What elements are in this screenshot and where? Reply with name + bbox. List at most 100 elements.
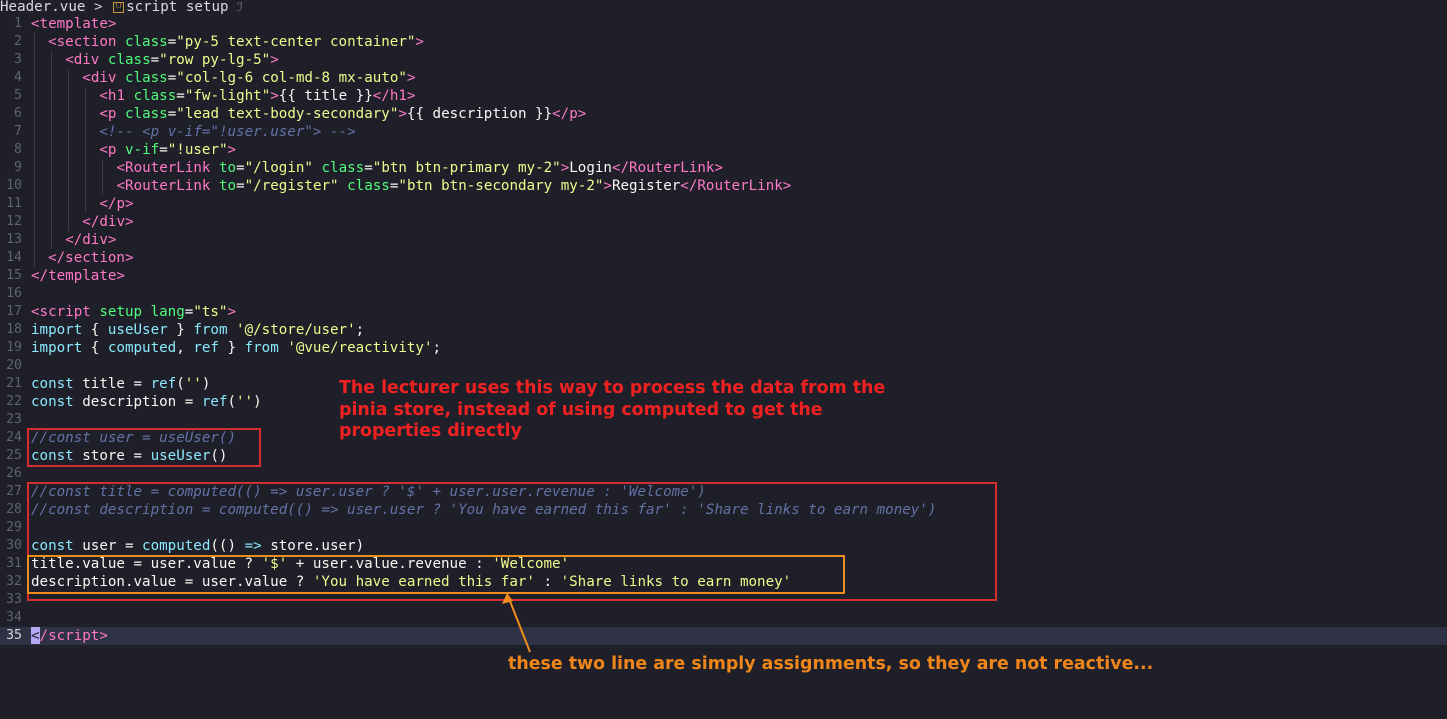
- code-token: >: [603, 178, 612, 194]
- symbol-icon: {}: [113, 1, 125, 13]
- code-token: from: [244, 340, 288, 356]
- code-line[interactable]: 13 </div>: [0, 231, 1447, 249]
- code-line[interactable]: 19 import { computed, ref } from '@vue/re…: [0, 339, 1447, 357]
- code-line[interactable]: 4 <div class="col-lg-6 col-md-8 mx-auto">: [0, 69, 1447, 87]
- indent-guide: [85, 123, 87, 141]
- code-token: "fw-light": [184, 88, 271, 104]
- code-token: >: [270, 52, 279, 68]
- code-line[interactable]: 18 import { useUser } from '@/store/user'…: [0, 321, 1447, 339]
- code-token: class: [125, 70, 168, 86]
- code-token: to: [219, 178, 237, 194]
- line-number: 32: [6, 574, 22, 589]
- line-number: 35: [6, 628, 22, 643]
- line-number: 27: [6, 484, 22, 499]
- code-token: const: [31, 394, 83, 410]
- code-token: "row py-lg-5": [159, 52, 271, 68]
- annotation-note-orange: these two line are simply assignments, s…: [508, 654, 1154, 674]
- code-text: </template>: [31, 267, 125, 285]
- code-text: <!-- <p v-if="!user.user"> -->: [99, 123, 355, 141]
- code-token: Login: [569, 160, 612, 176]
- indent-guide: [51, 87, 53, 105]
- code-token: '': [236, 394, 254, 410]
- line-number: 20: [6, 358, 22, 373]
- code-token: ,: [176, 340, 194, 356]
- code-token: class: [133, 88, 177, 104]
- code-token: <script: [31, 304, 100, 320]
- code-text: import { computed, ref } from '@vue/reac…: [31, 339, 441, 357]
- code-token: }: [176, 322, 194, 338]
- code-line[interactable]: 15 </template>: [0, 267, 1447, 285]
- code-line[interactable]: 34: [0, 609, 1447, 627]
- code-text: <p class="lead text-body-secondary">{{ d…: [99, 105, 586, 123]
- code-text: <RouterLink to="/register" class="btn bt…: [117, 177, 792, 195]
- code-token: </p>: [99, 196, 134, 212]
- code-line[interactable]: 7 <!-- <p v-if="!user.user"> -->: [0, 123, 1447, 141]
- indent-guide: [34, 159, 35, 177]
- code-line[interactable]: 20: [0, 357, 1447, 375]
- code-line[interactable]: 17 <script setup lang="ts">: [0, 303, 1447, 321]
- code-line[interactable]: 35 </script>: [0, 627, 1447, 645]
- line-number: 21: [6, 376, 22, 391]
- indent-guide: [34, 195, 35, 213]
- indent-guide: [51, 69, 53, 87]
- line-number: 31: [6, 556, 22, 571]
- code-line[interactable]: 14 </section>: [0, 249, 1447, 267]
- indent-guide: [34, 87, 35, 105]
- indent-guide: [34, 105, 35, 123]
- line-number: 11: [6, 196, 22, 211]
- code-token: class: [321, 160, 365, 176]
- line-number: 26: [6, 466, 22, 481]
- code-token: title =: [82, 376, 151, 392]
- indent-guide: [85, 177, 87, 195]
- code-token: '@vue/reactivity': [287, 340, 433, 356]
- code-line[interactable]: 8 <p v-if="!user">: [0, 141, 1447, 159]
- line-number: 16: [6, 286, 22, 301]
- code-token: "lead text-body-secondary": [176, 106, 399, 122]
- code-token: "btn btn-secondary my-2": [398, 178, 604, 194]
- code-line[interactable]: 10 <RouterLink to="/register" class="btn …: [0, 177, 1447, 195]
- code-line[interactable]: 3 <div class="row py-lg-5">: [0, 51, 1447, 69]
- code-token: setup: [99, 304, 151, 320]
- code-text: <div class="row py-lg-5">: [65, 51, 279, 69]
- code-line[interactable]: 26: [0, 465, 1447, 483]
- indent-guide: [34, 51, 35, 69]
- code-line[interactable]: 16: [0, 285, 1447, 303]
- line-number: 18: [6, 322, 22, 337]
- code-line[interactable]: 2 <section class="py-5 text-center contai…: [0, 33, 1447, 51]
- code-token: "/login": [244, 160, 322, 176]
- code-token: </div>: [65, 232, 117, 248]
- code-token: ;: [355, 322, 365, 338]
- code-token: class: [347, 178, 390, 194]
- indent-guide: [68, 213, 70, 231]
- indent-guide: [51, 213, 53, 231]
- line-number: 12: [6, 214, 22, 229]
- indent-guide: [68, 177, 70, 195]
- code-line[interactable]: 5 <h1 class="fw-light">{{ title }}</h1>: [0, 87, 1447, 105]
- code-line[interactable]: 11 </p>: [0, 195, 1447, 213]
- code-token: </p>: [552, 106, 587, 122]
- line-number: 1: [14, 16, 22, 31]
- code-token: class: [107, 52, 151, 68]
- code-token: <div: [65, 52, 108, 68]
- code-token: "btn btn-primary my-2": [372, 160, 561, 176]
- code-line[interactable]: 6 <p class="lead text-body-secondary">{{ …: [0, 105, 1447, 123]
- line-number: 30: [6, 538, 22, 553]
- breadcrumb-symbol[interactable]: script setup: [126, 0, 229, 15]
- line-number: 4: [14, 70, 22, 85]
- code-token: <h1: [99, 88, 134, 104]
- line-number: 3: [14, 52, 22, 67]
- indent-guide: [68, 69, 70, 87]
- code-token: ;: [432, 340, 442, 356]
- code-token: =: [159, 142, 168, 158]
- code-token: const: [31, 376, 83, 392]
- line-number: 8: [14, 142, 22, 157]
- code-token: <div: [82, 70, 126, 86]
- code-line[interactable]: 1 <template>: [0, 15, 1447, 33]
- code-token: (: [176, 376, 185, 392]
- code-line[interactable]: 9 <RouterLink to="/login" class="btn btn-…: [0, 159, 1447, 177]
- line-number: 2: [14, 34, 22, 49]
- line-number: 23: [6, 412, 22, 427]
- breadcrumb-file[interactable]: Header.vue: [0, 0, 85, 15]
- code-line[interactable]: 12 </div>: [0, 213, 1447, 231]
- indent-guide: [34, 33, 35, 51]
